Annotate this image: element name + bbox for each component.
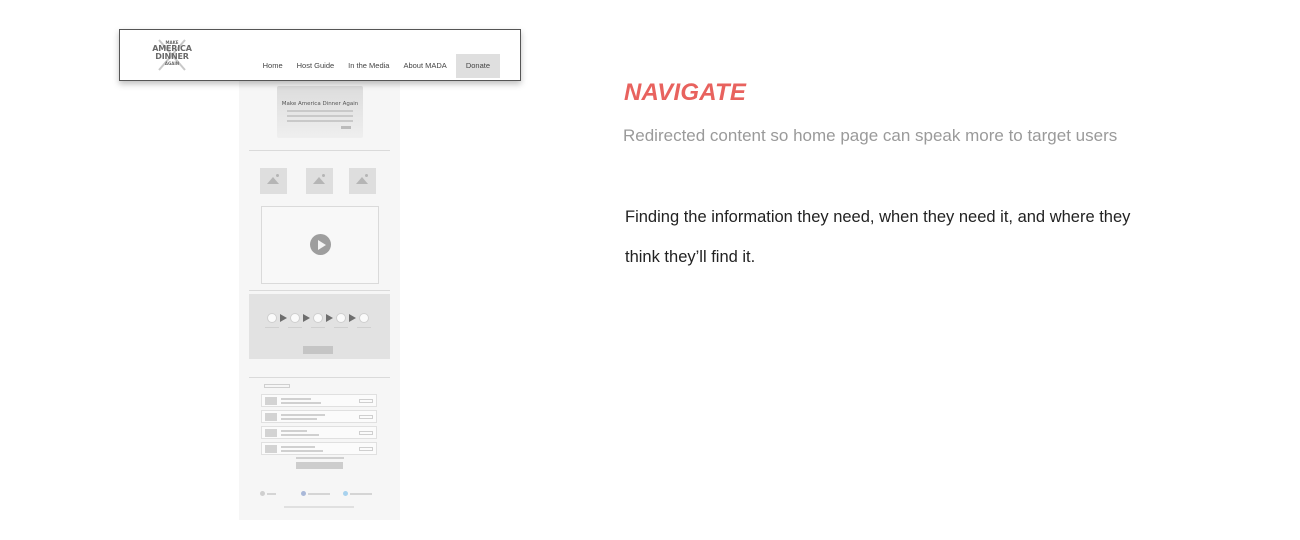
wireframe-social-line	[308, 493, 330, 495]
wireframe-step-circle	[313, 313, 323, 323]
arrow-right-icon	[326, 314, 333, 322]
wireframe-step-circle	[290, 313, 300, 323]
wireframe-hero-button	[341, 126, 351, 129]
wireframe-step-circle	[336, 313, 346, 323]
wireframe-social-line	[267, 493, 276, 495]
wireframe-row-line	[281, 414, 325, 416]
image-placeholder-icon	[260, 168, 287, 194]
wireframe-footer	[284, 506, 354, 508]
wireframe-step-circle	[267, 313, 277, 323]
wireframe-divider	[249, 290, 390, 291]
wireframe-step-caption	[311, 327, 325, 332]
wireframe-filter	[264, 384, 290, 388]
wireframe-social-line	[350, 493, 372, 495]
wireframe-divider	[249, 377, 390, 378]
arrow-right-icon	[280, 314, 287, 322]
wireframe-row-thumb	[265, 413, 277, 421]
image-placeholder-mountain	[267, 177, 279, 184]
section-heading: NAVIGATE	[624, 79, 747, 106]
wireframe-row-line	[281, 434, 319, 436]
main-nav: Home Host Guide In the Media About MADA …	[256, 53, 500, 78]
section-subheading: Redirected content so home page can spea…	[623, 126, 1118, 145]
wireframe-steps-button	[303, 346, 333, 354]
wireframe-steps-section	[249, 294, 390, 359]
wireframe-preview: Make America Dinner Again	[239, 80, 400, 520]
wireframe-hero-line	[287, 110, 353, 112]
logo-line-dinner: DINNER	[155, 52, 189, 61]
logo-line-again: AGAIN	[164, 61, 180, 66]
wireframe-hero: Make America Dinner Again	[277, 86, 363, 138]
arrow-right-icon	[303, 314, 310, 322]
image-placeholder-icon	[306, 168, 333, 194]
nav-in-the-media[interactable]: In the Media	[341, 54, 396, 78]
wireframe-row-button	[359, 399, 373, 403]
site-logo[interactable]: MAKE AMERICA DINNER AGAIN	[151, 36, 193, 74]
wireframe-dinner-row	[261, 410, 377, 423]
wireframe-cta-line	[296, 457, 344, 459]
wireframe-row-button	[359, 415, 373, 419]
wireframe-dinner-row	[261, 426, 377, 439]
image-placeholder-mountain	[313, 177, 325, 184]
wireframe-row-line	[281, 398, 311, 400]
nav-home[interactable]: Home	[256, 54, 290, 78]
wireframe-step-caption	[288, 327, 302, 332]
wireframe-hero-line	[287, 120, 353, 122]
email-icon	[260, 491, 265, 496]
nav-donate-button[interactable]: Donate	[455, 53, 500, 78]
arrow-right-icon	[349, 314, 356, 322]
wireframe-hero-title: Make America Dinner Again	[281, 101, 359, 107]
twitter-icon	[343, 491, 348, 496]
wireframe-row-line	[281, 446, 315, 448]
wireframe-row-line	[281, 418, 317, 420]
wireframe-step-circle	[359, 313, 369, 323]
wireframe-hero-line	[287, 115, 353, 117]
site-header: MAKE AMERICA DINNER AGAIN Home Host Guid…	[119, 29, 521, 81]
wireframe-row-thumb	[265, 429, 277, 437]
wireframe-dinner-row	[261, 394, 377, 407]
wireframe-row-thumb	[265, 397, 277, 405]
nav-about-mada[interactable]: About MADA	[396, 54, 453, 78]
wireframe-step-caption	[265, 327, 279, 332]
wireframe-row-line	[281, 450, 323, 452]
image-placeholder-icon	[349, 168, 376, 194]
wireframe-dinner-row	[261, 442, 377, 455]
wireframe-row-line	[281, 430, 307, 432]
wireframe-row-line	[281, 402, 321, 404]
image-placeholder-mountain	[356, 177, 368, 184]
wireframe-row-button	[359, 447, 373, 451]
play-icon	[310, 234, 331, 255]
wireframe-row-thumb	[265, 445, 277, 453]
wireframe-divider	[249, 150, 390, 151]
wireframe-cta-button	[296, 462, 343, 469]
wireframe-step-caption	[357, 327, 371, 332]
section-body: Finding the information they need, when …	[625, 208, 1131, 266]
wireframe-video	[261, 206, 379, 284]
facebook-icon	[301, 491, 306, 496]
nav-host-guide[interactable]: Host Guide	[290, 54, 342, 78]
wireframe-step-caption	[334, 327, 348, 332]
wireframe-row-button	[359, 431, 373, 435]
